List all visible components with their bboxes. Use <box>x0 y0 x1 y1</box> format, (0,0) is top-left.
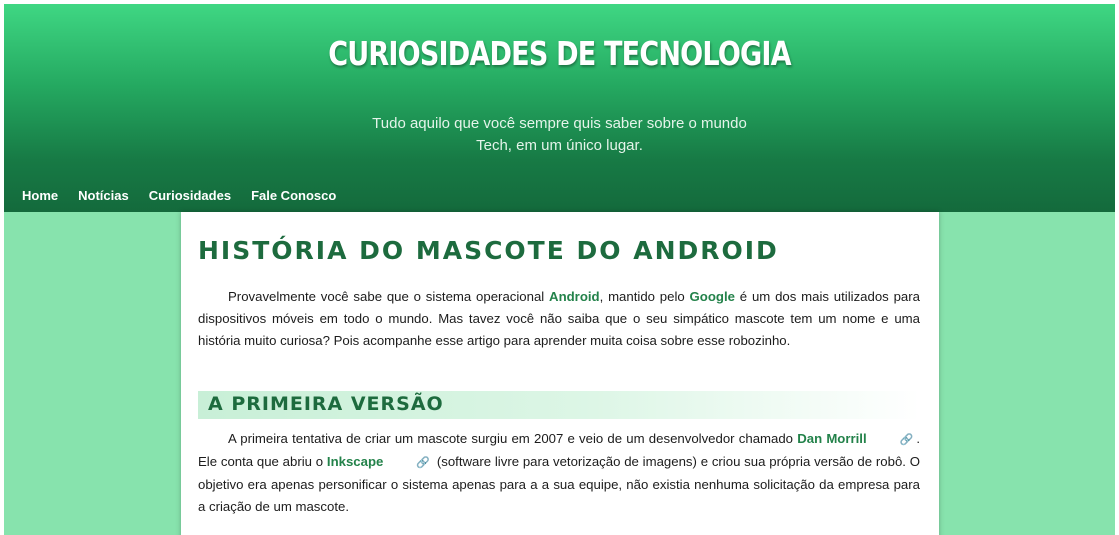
section-paragraph: A primeira tentativa de criar um mascote… <box>198 428 920 518</box>
site-subtitle: Tudo aquilo que você sempre quis saber s… <box>4 113 1115 157</box>
link-icon: 🔗 <box>899 434 914 446</box>
inkscape-link[interactable]: Inkscape <box>327 454 383 469</box>
nav-item-noticias[interactable]: Notícias <box>78 188 129 203</box>
link-icon: 🔗 <box>416 457 431 469</box>
intro-paragraph: Provavelmente você sabe que o sistema op… <box>198 286 920 352</box>
intro-text-1: Provavelmente você sabe que o sistema op… <box>228 289 550 304</box>
site-title: CURIOSIDADES DE TECNOLOGIA <box>328 34 791 73</box>
nav-item-home[interactable]: Home <box>22 188 58 203</box>
nav-item-fale-conosco[interactable]: Fale Conosco <box>251 188 336 203</box>
google-link[interactable]: Google <box>690 289 735 304</box>
site-header: CURIOSIDADES DE TECNOLOGIA Tudo aquilo q… <box>4 4 1115 212</box>
nav-item-curiosidades[interactable]: Curiosidades <box>149 188 231 203</box>
page-frame: CURIOSIDADES DE TECNOLOGIA Tudo aquilo q… <box>4 4 1115 535</box>
section-title: A primeira versão <box>208 393 444 415</box>
site-subtitle-line-2: Tech, em um único lugar. <box>476 137 643 154</box>
main-nav: Home Notícias Curiosidades Fale Conosco <box>4 184 336 206</box>
android-link[interactable]: Android <box>549 289 600 304</box>
article-card: História do mascote do Android Provavelm… <box>181 212 939 535</box>
section-text-1: A primeira tentativa de criar um mascote… <box>228 431 798 446</box>
dan-morrill-link[interactable]: Dan Morrill <box>797 431 866 446</box>
article-title: História do mascote do Android <box>198 236 779 265</box>
site-subtitle-line-1: Tudo aquilo que você sempre quis saber s… <box>372 115 747 132</box>
intro-text-2: , mantido pelo <box>599 289 690 304</box>
section-heading-bar: A primeira versão <box>198 391 920 419</box>
